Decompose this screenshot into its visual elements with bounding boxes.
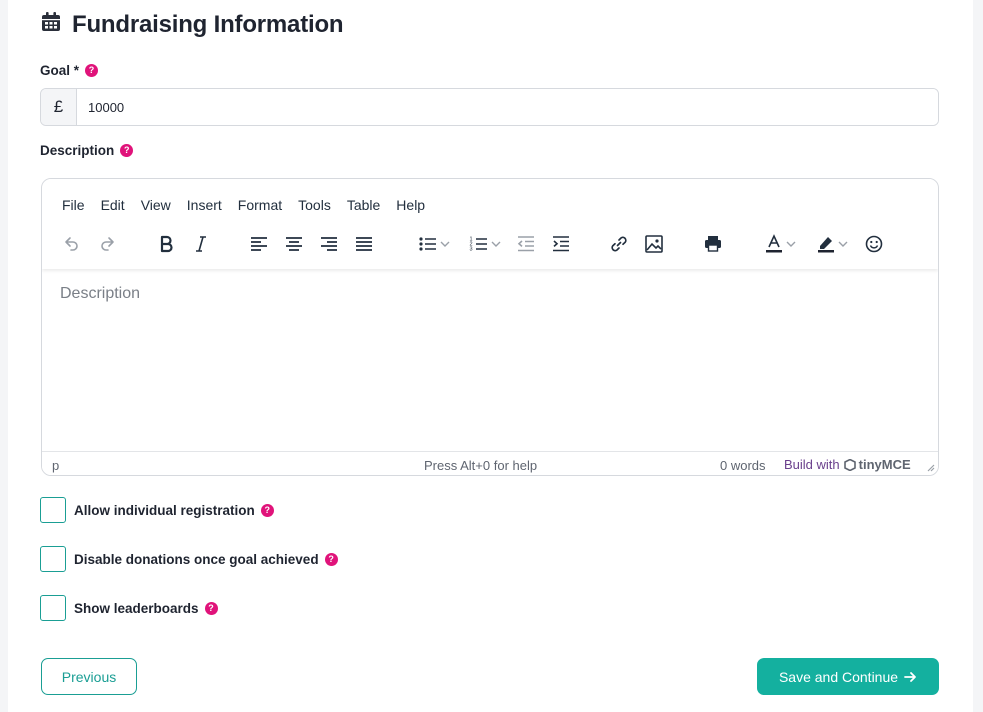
save-button-label: Save and Continue: [778, 668, 899, 685]
menu-tools[interactable]: Tools: [290, 197, 339, 213]
indent-icon[interactable]: [547, 229, 575, 259]
svg-text:3: 3: [470, 247, 473, 253]
undo-icon[interactable]: [57, 229, 85, 259]
help-icon[interactable]: ?: [324, 552, 338, 566]
form-card: Fundraising Information Goal * ? £ Descr…: [8, 0, 973, 712]
goal-label-text: Goal *: [40, 63, 80, 78]
tinymce-logo-icon: [843, 458, 856, 471]
redo-icon[interactable]: [94, 229, 122, 259]
goal-help-icon[interactable]: ?: [85, 64, 99, 77]
align-center-icon[interactable]: [280, 229, 308, 259]
option-label: Allow individual registration ?: [74, 503, 274, 518]
editor-statusbar: p Press Alt+0 for help 0 words Build wit…: [42, 451, 938, 475]
menu-insert[interactable]: Insert: [179, 197, 230, 213]
description-label-text: Description: [40, 143, 115, 158]
align-justify-icon[interactable]: [350, 229, 378, 259]
help-icon[interactable]: ?: [204, 601, 218, 615]
option-label-text: Disable donations once goal achieved: [74, 551, 319, 567]
tinymce-brand-text: tinyMCE: [858, 457, 911, 472]
highlight-color-icon[interactable]: [812, 229, 852, 259]
option-label: Show leaderboards ?: [74, 601, 218, 616]
tinymce-logo: tinyMCE: [843, 457, 911, 472]
menu-format[interactable]: Format: [230, 197, 290, 213]
menu-edit[interactable]: Edit: [93, 197, 133, 213]
tinymce-brand-link[interactable]: Build with tinyMCE: [784, 457, 911, 472]
resize-handle-icon[interactable]: [926, 463, 935, 472]
option-label-text: Allow individual registration: [74, 502, 255, 518]
element-path[interactable]: p: [52, 458, 59, 473]
bullet-list-icon[interactable]: [414, 229, 454, 259]
previous-button[interactable]: Previous: [41, 658, 137, 695]
description-help-icon[interactable]: ?: [120, 144, 134, 157]
italic-icon[interactable]: [187, 229, 215, 259]
option-disable-donations: Disable donations once goal achieved ?: [40, 546, 338, 572]
save-and-continue-button[interactable]: Save and Continue: [757, 658, 939, 695]
show-leaderboards-checkbox[interactable]: [40, 595, 66, 621]
numbered-list-icon[interactable]: 123: [465, 229, 505, 259]
align-right-icon[interactable]: [315, 229, 343, 259]
bold-icon[interactable]: [152, 229, 180, 259]
allow-individual-registration-checkbox[interactable]: [40, 497, 66, 523]
option-label: Disable donations once goal achieved ?: [74, 552, 338, 567]
option-label-text: Show leaderboards: [74, 600, 199, 616]
arrow-right-icon: [904, 671, 916, 682]
text-color-icon[interactable]: [760, 229, 800, 259]
emoji-icon[interactable]: [860, 229, 888, 259]
option-show-leaderboards: Show leaderboards ?: [40, 595, 218, 621]
goal-input[interactable]: [77, 89, 938, 125]
print-icon[interactable]: [699, 229, 727, 259]
rich-text-editor: File Edit View Insert Format Tools Table…: [41, 178, 939, 476]
help-icon[interactable]: ?: [260, 503, 274, 517]
section-header: Fundraising Information: [40, 10, 344, 40]
menu-table[interactable]: Table: [339, 197, 388, 213]
editor-content-area[interactable]: Description: [60, 285, 140, 303]
status-help-text: Press Alt+0 for help: [424, 458, 538, 473]
menu-file[interactable]: File: [54, 197, 93, 213]
editor-placeholder: Description: [60, 285, 141, 302]
calendar-icon: [40, 11, 62, 40]
image-icon[interactable]: [640, 229, 668, 259]
goal-label: Goal * ?: [40, 63, 99, 78]
menu-view[interactable]: View: [133, 197, 179, 213]
outdent-icon[interactable]: [512, 229, 540, 259]
word-count[interactable]: 0 words: [720, 458, 766, 473]
align-left-icon[interactable]: [245, 229, 273, 259]
editor-header: File Edit View Insert Format Tools Table…: [42, 179, 938, 269]
disable-donations-checkbox[interactable]: [40, 546, 66, 572]
build-with-text: Build with: [784, 457, 840, 472]
editor-menubar: File Edit View Insert Format Tools Table…: [54, 195, 433, 215]
currency-prefix: £: [41, 89, 77, 125]
menu-help[interactable]: Help: [388, 197, 433, 213]
editor-toolbar: 123: [42, 229, 938, 259]
description-label: Description ?: [40, 143, 134, 158]
goal-input-group: £: [40, 88, 939, 126]
page-title: Fundraising Information: [72, 11, 344, 38]
link-icon[interactable]: [605, 229, 633, 259]
option-allow-individual-registration: Allow individual registration ?: [40, 497, 274, 523]
